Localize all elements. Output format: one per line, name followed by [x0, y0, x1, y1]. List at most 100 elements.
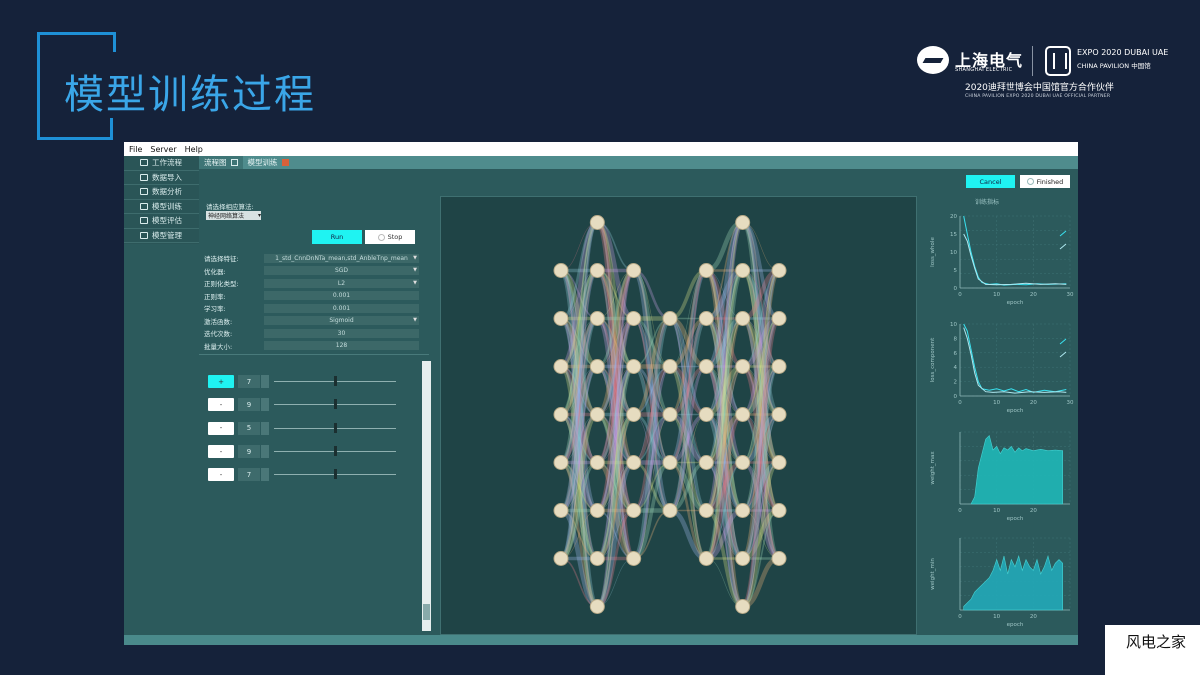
reg-rate-input[interactable]: 0.001	[264, 291, 419, 301]
slider-handle[interactable]	[334, 376, 337, 387]
network-icon	[140, 202, 148, 210]
china-pavilion-logo-icon	[1045, 46, 1071, 76]
learning-rate-input[interactable]: 0.001	[264, 303, 419, 313]
network-node	[735, 311, 751, 326]
y-tick-label: 0	[954, 286, 958, 292]
layer-slider[interactable]	[274, 399, 396, 410]
layer-config-list: +7 -9 -5 -9 -7	[208, 370, 408, 486]
menu-file[interactable]: File	[129, 145, 142, 154]
layer-size-input[interactable]: 9	[238, 445, 260, 459]
remove-layer-button[interactable]: -	[208, 421, 234, 435]
network-node	[553, 263, 569, 278]
layer-size-stepper[interactable]	[261, 398, 269, 412]
series-area	[963, 554, 1063, 611]
chart-heading: 训练指标	[975, 199, 1000, 206]
param-value: 0.001	[332, 304, 351, 312]
x-tick-label: 0	[958, 400, 962, 406]
network-node	[589, 407, 605, 422]
x-tick-label: 20	[1030, 614, 1037, 620]
param-label: 迭代次数:	[204, 330, 233, 339]
slider-handle[interactable]	[334, 469, 337, 480]
optimizer-select[interactable]: SGD ▼	[264, 266, 419, 276]
layer-slider[interactable]	[274, 376, 396, 387]
network-node	[735, 503, 751, 518]
scrollbar-thumb[interactable]	[423, 604, 430, 620]
chart-grid	[959, 323, 1071, 397]
x-tick-label: 10	[993, 614, 1000, 620]
layer-size-stepper[interactable]	[261, 445, 269, 459]
network-node	[553, 455, 569, 470]
layer-row: -9	[208, 393, 408, 416]
network-node	[735, 455, 751, 470]
y-tick-label: 10	[950, 322, 957, 328]
chart-grid	[959, 215, 1071, 289]
epochs-input[interactable]: 30	[264, 328, 419, 338]
layer-size-stepper[interactable]	[261, 468, 269, 482]
remove-layer-button[interactable]: -	[208, 445, 234, 459]
layer-size-input[interactable]: 7	[238, 375, 260, 389]
run-button[interactable]: Run	[312, 230, 362, 244]
manage-icon	[140, 231, 148, 239]
network-node	[662, 359, 678, 374]
cancel-button[interactable]: Cancel	[966, 175, 1015, 188]
chevron-down-icon: ▼	[413, 317, 417, 324]
logo-partner-text: 2020迪拜世博会中国馆官方合作伙伴	[965, 83, 1114, 93]
y-tick-label: 5	[954, 268, 958, 274]
sidebar-item-workflow[interactable]: 工作流程	[124, 156, 199, 171]
finished-button[interactable]: Finished	[1020, 175, 1070, 188]
menu-server[interactable]: Server	[150, 145, 176, 154]
sidebar-item-data-analysis[interactable]: 数据分析	[124, 185, 199, 200]
slider-handle[interactable]	[334, 422, 337, 433]
sidebar-item-model-evaluation[interactable]: 模型评估	[124, 214, 199, 229]
stop-button[interactable]: Stop	[365, 230, 415, 244]
layer-size-stepper[interactable]	[261, 375, 269, 389]
network-node	[735, 407, 751, 422]
network-node	[626, 359, 642, 374]
network-node	[698, 503, 714, 518]
menu-bar: File Server Help	[124, 142, 1078, 156]
x-tick-label: 30	[1067, 400, 1074, 406]
workflow-icon	[140, 159, 148, 167]
network-node	[771, 263, 787, 278]
close-icon[interactable]	[230, 159, 238, 166]
y-tick-label: 10	[950, 250, 957, 256]
add-layer-button[interactable]: +	[208, 375, 234, 389]
sidebar-item-label: 模型管理	[152, 230, 182, 240]
tab-flowchart[interactable]: 流程图	[199, 156, 243, 169]
batch-size-input[interactable]: 128	[264, 341, 419, 351]
layer-slider[interactable]	[274, 469, 396, 480]
sidebar-item-data-import[interactable]: 数据导入	[124, 171, 199, 185]
sidebar-item-model-training[interactable]: 模型训练	[124, 200, 199, 214]
activation-select[interactable]: Sigmoid ▼	[264, 316, 419, 326]
remove-layer-button[interactable]: -	[208, 468, 234, 482]
features-select[interactable]: 1_std_CnnDnNTa_mean,std_AnbleTnp_mean ▼	[264, 253, 419, 263]
algorithm-select[interactable]: 神经网络算法 ▾	[206, 211, 261, 220]
y-tick-label: 20	[950, 214, 957, 220]
network-node	[735, 263, 751, 278]
layer-slider[interactable]	[274, 446, 396, 457]
tab-model-training[interactable]: 模型训练	[243, 156, 294, 169]
layer-size-input[interactable]: 5	[238, 421, 260, 435]
legend-swatch	[1059, 230, 1067, 237]
network-node	[662, 455, 678, 470]
menu-help[interactable]: Help	[185, 145, 203, 154]
layer-size-stepper[interactable]	[261, 421, 269, 435]
layer-size-input[interactable]: 9	[238, 398, 260, 412]
network-node	[735, 599, 751, 614]
network-node	[735, 551, 751, 566]
slider-handle[interactable]	[334, 446, 337, 457]
layer-slider[interactable]	[274, 422, 396, 433]
param-label: 请选择特征:	[204, 255, 239, 264]
remove-layer-button[interactable]: -	[208, 398, 234, 412]
regularization-select[interactable]: L2 ▼	[264, 278, 419, 288]
scrollbar[interactable]	[422, 361, 431, 631]
layer-row: -5	[208, 417, 408, 440]
algorithm-value: 神经网络算法	[208, 213, 245, 220]
close-icon[interactable]	[281, 159, 289, 166]
layer-size-input[interactable]: 7	[238, 468, 260, 482]
network-node	[771, 311, 787, 326]
network-node	[662, 503, 678, 518]
sidebar-item-model-management[interactable]: 模型管理	[124, 229, 199, 243]
slider-handle[interactable]	[334, 399, 337, 410]
title-frame-accent	[110, 118, 113, 140]
